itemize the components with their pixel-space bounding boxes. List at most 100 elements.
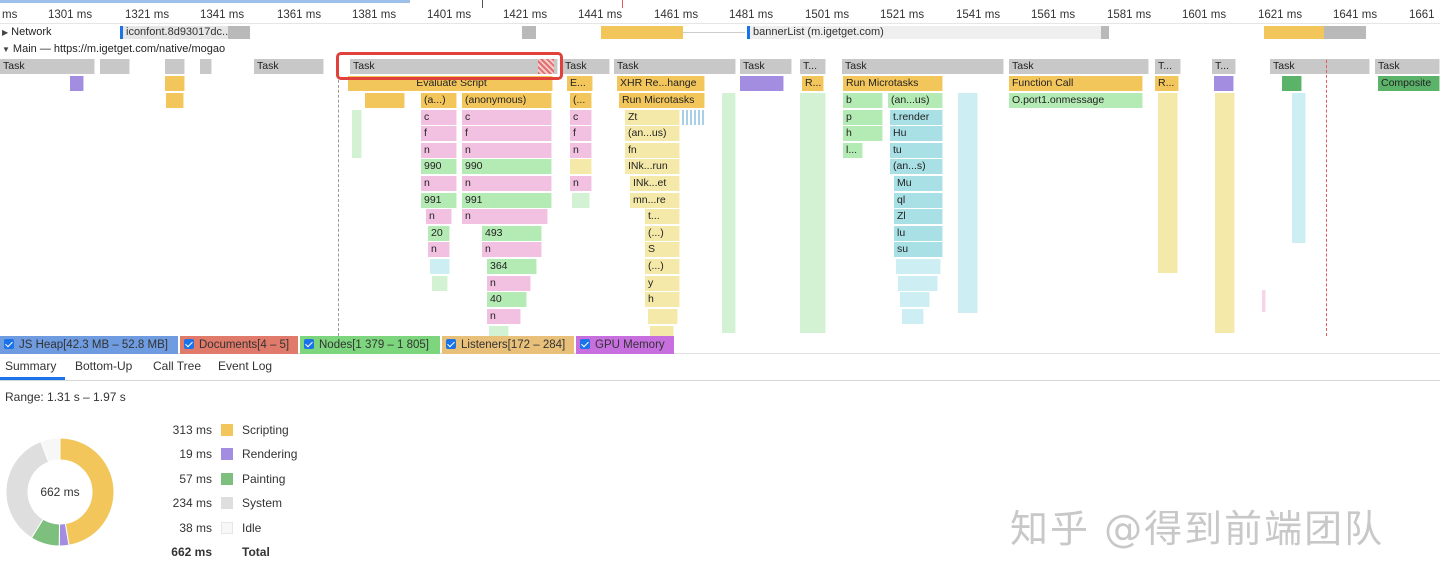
network-track-header[interactable]: ▶ Network — [2, 26, 52, 38]
flame-event[interactable] — [958, 93, 978, 313]
flame-task[interactable]: Task — [740, 59, 792, 74]
flame-event[interactable]: n — [487, 276, 531, 291]
flame-event[interactable] — [570, 159, 592, 174]
flame-event[interactable]: 991 — [462, 193, 552, 208]
flame-event[interactable]: 990 — [462, 159, 552, 174]
flame-event[interactable]: ql — [894, 193, 943, 208]
flame-event[interactable] — [572, 193, 590, 208]
flame-event[interactable] — [1262, 290, 1266, 312]
flame-event[interactable] — [166, 93, 184, 108]
flame-event[interactable] — [165, 76, 185, 91]
flame-event[interactable]: (an...s) — [890, 159, 943, 174]
flame-event[interactable]: n — [426, 209, 452, 224]
flame-event[interactable]: n — [421, 143, 457, 158]
collapse-triangle-icon[interactable]: ▼ — [2, 45, 10, 54]
flame-event[interactable]: Mu — [894, 176, 943, 191]
expand-triangle-icon[interactable]: ▶ — [2, 28, 8, 37]
flame-event[interactable]: 364 — [487, 259, 537, 274]
flame-event[interactable]: n — [482, 242, 542, 257]
flame-event[interactable]: (an...us) — [888, 93, 943, 108]
network-request-bar[interactable] — [601, 26, 683, 39]
flame-event[interactable]: f — [462, 126, 552, 141]
flame-event[interactable]: p — [843, 110, 883, 125]
flame-event[interactable]: tu — [890, 143, 943, 158]
flame-event[interactable]: 40 — [487, 292, 527, 307]
flame-event[interactable] — [650, 326, 674, 336]
flame-event[interactable] — [898, 276, 938, 291]
flame-task[interactable]: T... — [1155, 59, 1181, 74]
flame-event[interactable]: Zl — [894, 209, 943, 224]
flame-event[interactable]: (a...) — [421, 93, 457, 108]
flame-event[interactable]: n — [487, 309, 521, 324]
flame-task[interactable] — [200, 59, 212, 74]
flame-event[interactable]: (an...us) — [625, 126, 680, 141]
flame-task[interactable]: Task — [0, 59, 95, 74]
flame-event[interactable]: XHR Re...hange — [617, 76, 705, 91]
flame-event[interactable]: R... — [802, 76, 824, 91]
flame-task[interactable]: Task — [1009, 59, 1149, 74]
flame-task[interactable]: Task — [254, 59, 324, 74]
checkbox-icon[interactable] — [580, 339, 590, 349]
flame-event[interactable]: y — [645, 276, 680, 291]
counter-gpu-memory[interactable]: GPU Memory — [576, 336, 674, 354]
flame-event[interactable]: n — [421, 176, 457, 191]
flame-event[interactable]: 493 — [482, 226, 542, 241]
flame-event[interactable]: Run Microtasks — [843, 76, 943, 91]
tab-event-log[interactable]: Event Log — [218, 359, 272, 373]
flame-event[interactable]: f — [421, 126, 457, 141]
flame-event[interactable]: l... — [843, 143, 863, 158]
flame-event[interactable]: Zt — [625, 110, 680, 125]
flame-event[interactable]: INk...run — [625, 159, 680, 174]
flame-event[interactable]: (...) — [645, 259, 680, 274]
flame-event[interactable]: R... — [1155, 76, 1179, 91]
flame-event[interactable]: n — [462, 209, 548, 224]
flame-event[interactable]: c — [570, 110, 592, 125]
flame-event[interactable]: 991 — [421, 193, 457, 208]
main-track-header[interactable]: ▼ Main — https://m.igetget.com/native/mog… — [2, 43, 225, 55]
flame-event[interactable]: n — [428, 242, 450, 257]
flame-task[interactable]: T... — [1212, 59, 1236, 74]
tab-bottom-up[interactable]: Bottom-Up — [75, 359, 132, 373]
flame-task[interactable] — [100, 59, 130, 74]
flame-event[interactable] — [722, 93, 736, 333]
flame-event[interactable]: t... — [645, 209, 680, 224]
network-request-bar[interactable] — [522, 26, 536, 39]
flame-event[interactable]: S — [645, 242, 680, 257]
network-request-bar[interactable] — [1324, 26, 1366, 39]
flame-event[interactable]: f — [570, 126, 592, 141]
flame-event[interactable] — [365, 93, 405, 108]
flame-task[interactable] — [165, 59, 185, 74]
flame-event[interactable] — [800, 93, 826, 333]
flame-event[interactable] — [740, 76, 784, 91]
flame-event[interactable] — [489, 326, 509, 336]
counter-nodes[interactable]: Nodes[1 379 – 1 805] — [300, 336, 440, 354]
checkbox-icon[interactable] — [304, 339, 314, 349]
flame-event[interactable]: n — [570, 143, 592, 158]
flame-event[interactable]: n — [570, 176, 592, 191]
flame-event[interactable] — [70, 76, 84, 91]
tab-summary[interactable]: Summary — [5, 359, 56, 373]
flame-event[interactable]: fn — [625, 143, 680, 158]
flame-event[interactable] — [1292, 93, 1306, 243]
flame-task[interactable]: Task — [1270, 59, 1370, 74]
counter-listeners[interactable]: Listeners[172 – 284] — [442, 336, 574, 354]
flame-event[interactable]: h — [645, 292, 680, 307]
flame-event[interactable] — [430, 259, 450, 274]
flame-event[interactable]: Run Microtasks — [619, 93, 705, 108]
flame-event[interactable]: O.port1.onmessage — [1009, 93, 1143, 108]
flame-event[interactable]: n — [462, 143, 552, 158]
counter-js-heap[interactable]: JS Heap[42.3 MB – 52.8 MB] — [0, 336, 178, 354]
flame-event[interactable]: 990 — [421, 159, 457, 174]
flame-event[interactable] — [1282, 76, 1302, 91]
flame-event[interactable]: c — [462, 110, 552, 125]
counter-documents[interactable]: Documents[4 – 5] — [180, 336, 298, 354]
flame-event[interactable] — [1215, 93, 1235, 333]
flame-event[interactable] — [1214, 76, 1234, 91]
network-request-bar[interactable] — [1264, 26, 1324, 39]
flame-event[interactable] — [900, 292, 930, 307]
flame-event[interactable] — [432, 276, 448, 291]
flame-task[interactable]: Task — [842, 59, 1004, 74]
flame-event[interactable]: mn...re — [630, 193, 680, 208]
flame-event[interactable]: 20 — [428, 226, 450, 241]
flame-event[interactable] — [1158, 93, 1178, 273]
